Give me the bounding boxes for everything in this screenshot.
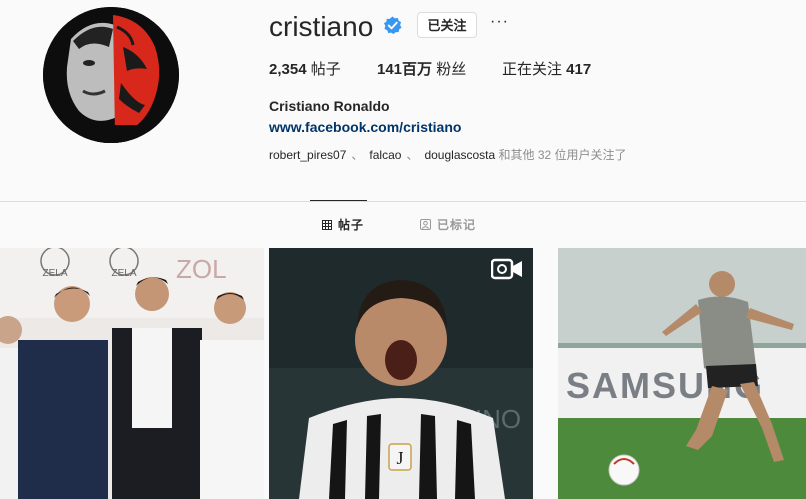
followers-count-label: 粉丝 [432,61,467,78]
tab-tagged-label: 已标记 [437,218,477,232]
following-count-value: 417 [566,61,592,78]
avatar-image [43,7,179,143]
followed-by-separator: 、 [406,148,419,162]
followed-by-line[interactable]: robert_pires07 、 falcao 、 douglascosta 和其他 3… [269,147,627,163]
followers-count[interactable]: 141百万 粉丝 [377,60,466,80]
followed-by-name[interactable]: falcao [369,148,401,162]
profile-bio-link[interactable]: www.facebook.com/cristiano [269,118,461,136]
more-options-icon[interactable]: ··· [490,14,508,32]
posts-count: 2,354 帖子 [269,60,341,80]
post-image: ZELA ZELA ZOL [0,248,264,499]
followed-by-suffix: 和其他 32 位用户关注了 [498,148,627,162]
post-logo-text: ZELA [42,268,67,279]
posts-count-label: 帖子 [306,61,341,78]
profile-avatar[interactable] [43,7,179,143]
active-tab-indicator [310,200,367,201]
posts-count-value: 2,354 [269,61,307,78]
post-badge-text: J [396,448,403,468]
following-count[interactable]: 正在关注 417 [502,60,591,80]
video-icon [491,258,522,280]
post-thumbnail[interactable]: SAMSUNG [558,248,806,499]
followed-by-name[interactable]: robert_pires07 [269,148,346,162]
post-image: SAMSUNG [558,248,806,499]
followed-by-separator: 、 [351,148,364,162]
grid-icon [322,220,332,230]
post-brand-text: ZOL [176,254,227,284]
followers-count-value: 141百万 [377,61,433,78]
post-image: FINO J [269,248,533,499]
profile-username: cristiano [269,11,374,42]
following-count-label: 正在关注 [502,61,567,78]
post-thumbnail[interactable]: ZELA ZELA ZOL [0,248,264,499]
profile-full-name: Cristiano Ronaldo [269,98,390,114]
tab-posts[interactable]: 帖子 [322,217,364,233]
tabs-divider [0,201,806,202]
following-button[interactable]: 已关注 [417,12,477,38]
post-thumbnail[interactable]: FINO J [269,248,533,499]
tab-posts-label: 帖子 [338,218,365,232]
tab-tagged[interactable]: 已标记 [420,217,476,233]
tagged-icon [420,219,431,230]
post-logo-text: ZELA [111,268,136,279]
verified-badge-icon [383,16,402,35]
followed-by-name[interactable]: douglascosta [424,148,495,162]
